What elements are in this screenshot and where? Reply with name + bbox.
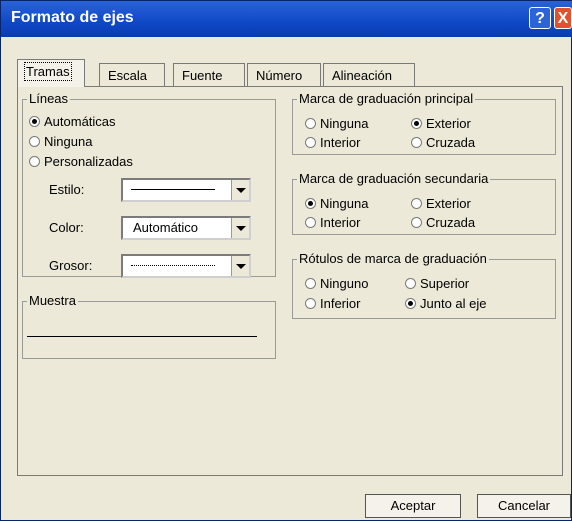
principal-ninguna-radio[interactable]: Ninguna xyxy=(305,116,368,131)
radio-off-icon xyxy=(305,278,316,289)
aceptar-button[interactable]: Aceptar xyxy=(365,494,461,518)
muestra-legend: Muestra xyxy=(27,293,78,308)
radio-off-icon xyxy=(405,278,416,289)
rotulos-junto-radio[interactable]: Junto al eje xyxy=(405,296,487,311)
radio-off-icon xyxy=(411,137,422,148)
tab-escala[interactable]: Escala xyxy=(99,63,165,86)
radio-off-icon xyxy=(29,136,40,147)
rotulos-ninguno-radio[interactable]: Ninguno xyxy=(305,276,368,291)
radio-on-icon xyxy=(411,118,422,129)
tab-panel-tramas: Líneas Automáticas Ninguna Personalizada… xyxy=(17,86,563,476)
estilo-select[interactable] xyxy=(121,178,251,202)
rotulos-legend: Rótulos de marca de graduación xyxy=(297,251,489,266)
radio-off-icon xyxy=(411,198,422,209)
rotulos-inferior-radio[interactable]: Inferior xyxy=(305,296,360,311)
tab-numero[interactable]: Número xyxy=(247,63,321,86)
rotulos-superior-radio[interactable]: Superior xyxy=(405,276,469,291)
principal-interior-label: Interior xyxy=(320,135,361,150)
secundaria-group: Marca de graduación secundaria Ninguna E… xyxy=(292,171,556,235)
rotulos-junto-label: Junto al eje xyxy=(420,296,487,311)
close-button[interactable]: X xyxy=(554,7,572,29)
radio-off-icon xyxy=(305,118,316,129)
rotulos-ninguno-label: Ninguno xyxy=(320,276,369,291)
secundaria-cruzada-radio[interactable]: Cruzada xyxy=(411,215,475,230)
principal-exterior-radio[interactable]: Exterior xyxy=(411,116,471,131)
chevron-down-icon[interactable] xyxy=(231,256,249,276)
radio-off-icon xyxy=(411,217,422,228)
radio-on-icon xyxy=(405,298,416,309)
lineas-group: Líneas Automáticas Ninguna Personalizada… xyxy=(22,91,276,278)
secundaria-exterior-radio[interactable]: Exterior xyxy=(411,196,471,211)
secundaria-interior-label: Interior xyxy=(320,215,361,230)
tab-tramas[interactable]: Tramas xyxy=(17,59,85,87)
dialog-window: Formato de ejes ? X Tramas Escala Fuente… xyxy=(0,0,572,521)
grosor-select[interactable] xyxy=(121,254,251,278)
title-bar: Formato de ejes ? X xyxy=(1,1,572,37)
rotulos-inferior-label: Inferior xyxy=(320,296,361,311)
lineas-legend: Líneas xyxy=(27,91,71,106)
radio-on-icon xyxy=(29,116,40,127)
estilo-label: Estilo: xyxy=(49,182,85,197)
secundaria-ninguna-label: Ninguna xyxy=(320,196,369,211)
principal-cruzada-label: Cruzada xyxy=(426,135,476,150)
principal-legend: Marca de graduación principal xyxy=(297,91,476,106)
principal-ninguna-label: Ninguna xyxy=(320,116,369,131)
principal-cruzada-radio[interactable]: Cruzada xyxy=(411,135,475,150)
cancelar-button[interactable]: Cancelar xyxy=(477,494,571,518)
chevron-down-icon[interactable] xyxy=(231,180,249,200)
principal-interior-radio[interactable]: Interior xyxy=(305,135,360,150)
radio-on-icon xyxy=(305,198,316,209)
secundaria-legend: Marca de graduación secundaria xyxy=(297,171,491,186)
tab-tramas-label: Tramas xyxy=(24,62,72,81)
rotulos-group: Rótulos de marca de graduación Ninguno S… xyxy=(292,251,556,319)
sample-line-preview xyxy=(27,336,257,337)
tab-alineacion[interactable]: Alineación xyxy=(323,63,415,86)
radio-off-icon xyxy=(305,137,316,148)
rotulos-superior-label: Superior xyxy=(420,276,470,291)
principal-group: Marca de graduación principal Ninguna Ex… xyxy=(292,91,556,155)
radio-off-icon xyxy=(305,298,316,309)
muestra-group: Muestra xyxy=(22,293,276,359)
radio-off-icon xyxy=(305,217,316,228)
secundaria-exterior-label: Exterior xyxy=(426,196,471,211)
solid-line-sample xyxy=(131,189,215,190)
chevron-down-icon[interactable] xyxy=(231,218,249,238)
lineas-personalizadas-radio[interactable]: Personalizadas xyxy=(29,154,133,169)
help-button[interactable]: ? xyxy=(529,7,551,29)
dotted-line-sample xyxy=(131,265,215,266)
secundaria-cruzada-label: Cruzada xyxy=(426,215,476,230)
color-select-value: Automático xyxy=(133,220,199,235)
lineas-automaticas-radio[interactable]: Automáticas xyxy=(29,114,116,129)
color-select[interactable]: Automático xyxy=(121,216,251,240)
principal-exterior-label: Exterior xyxy=(426,116,471,131)
grosor-label: Grosor: xyxy=(49,258,93,273)
tab-fuente[interactable]: Fuente xyxy=(173,63,245,86)
secundaria-ninguna-radio[interactable]: Ninguna xyxy=(305,196,368,211)
dialog-title: Formato de ejes xyxy=(11,9,134,26)
color-label: Color: xyxy=(49,220,84,235)
secundaria-interior-radio[interactable]: Interior xyxy=(305,215,360,230)
radio-off-icon xyxy=(29,156,40,167)
lineas-ninguna-radio[interactable]: Ninguna xyxy=(29,134,92,149)
lineas-personalizadas-label: Personalizadas xyxy=(44,154,133,169)
lineas-automaticas-label: Automáticas xyxy=(44,114,116,129)
lineas-ninguna-label: Ninguna xyxy=(44,134,93,149)
